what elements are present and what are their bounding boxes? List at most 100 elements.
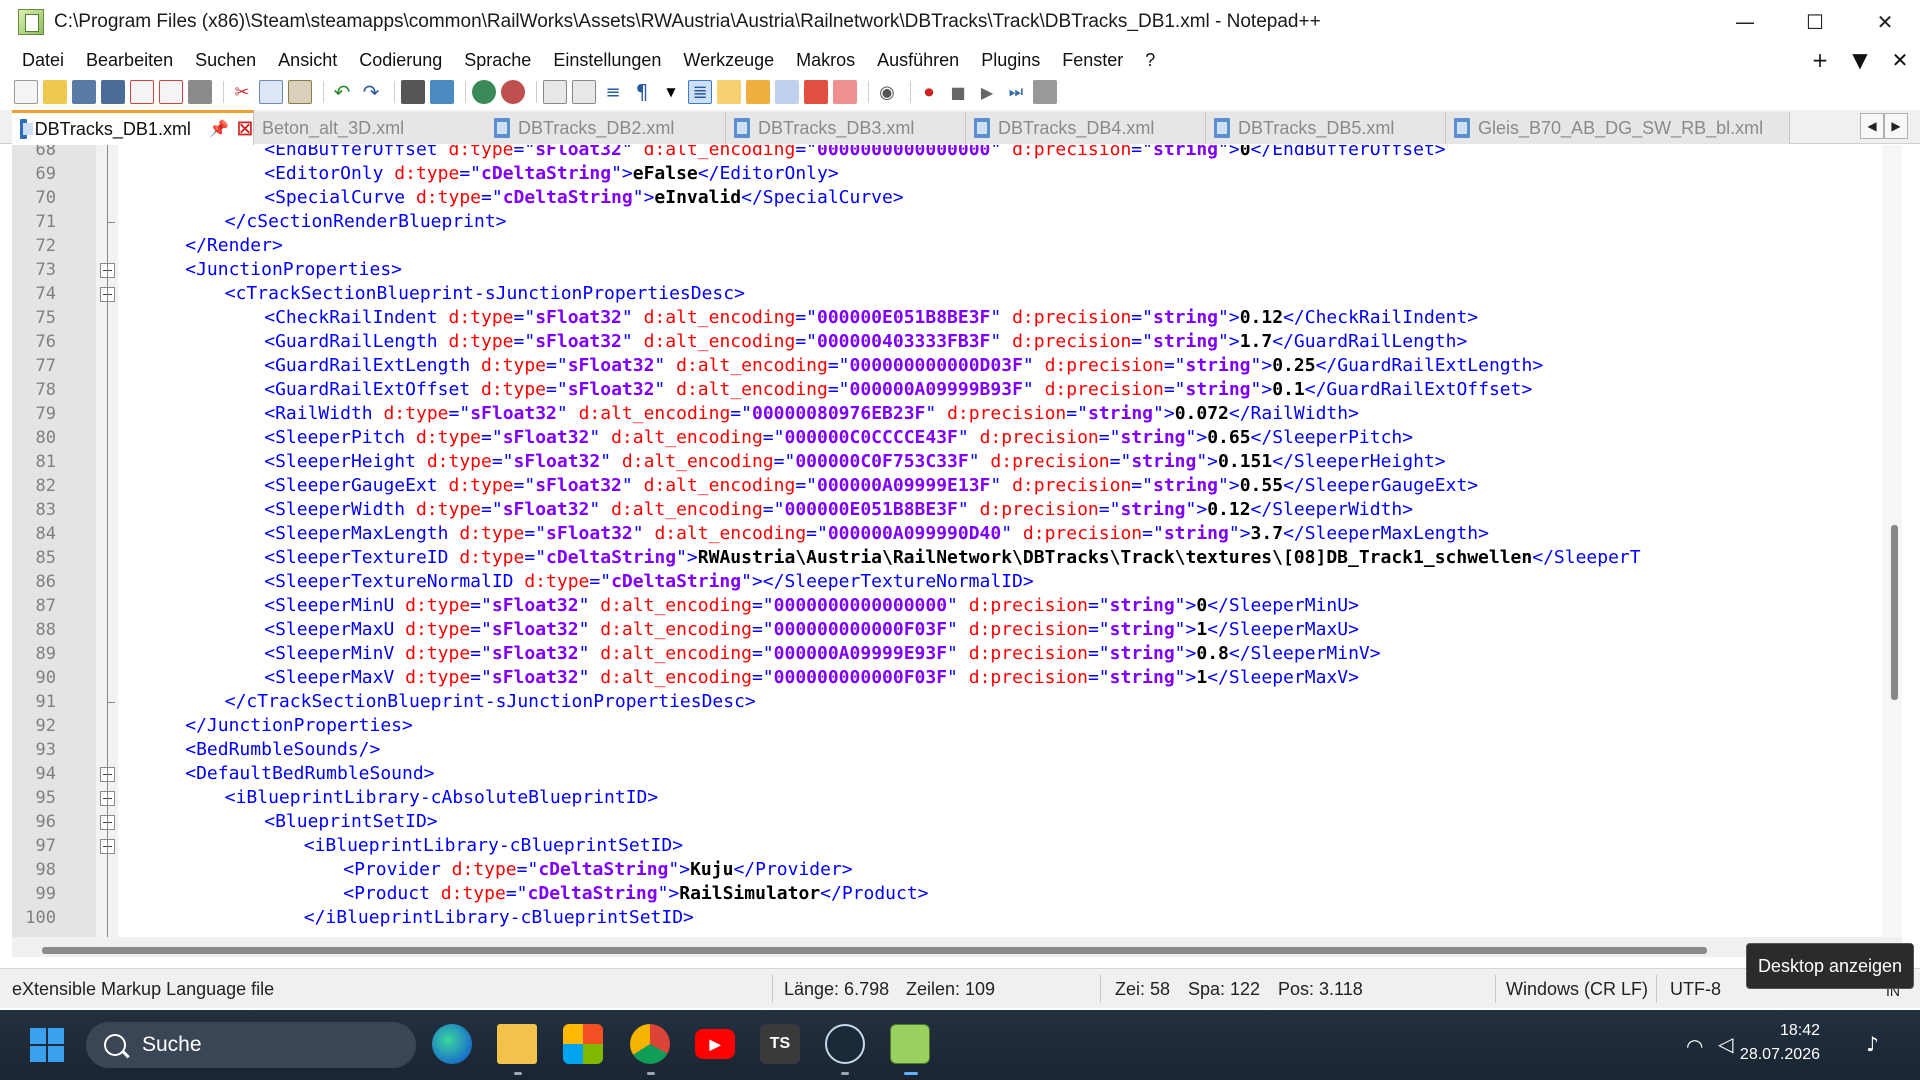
save-icon[interactable] [72, 80, 96, 104]
tab-dbtracks-db3[interactable]: DBTracks_DB3.xml [726, 112, 966, 144]
code-line: <BedRumbleSounds/> [185, 739, 381, 760]
status-eol[interactable]: Windows (CR LF) [1506, 979, 1648, 1000]
redo-icon[interactable]: ↷ [359, 80, 383, 104]
vertical-scroll-thumb[interactable] [1891, 525, 1898, 700]
cut-icon[interactable]: ✂ [230, 80, 254, 104]
udl-icon[interactable] [717, 80, 741, 104]
record-macro-icon[interactable]: ⏺ [917, 80, 941, 104]
open-file-icon[interactable] [43, 80, 67, 104]
sync-horizontal-icon[interactable] [572, 80, 596, 104]
tab-scroll-right-icon[interactable]: ▶ [1884, 113, 1908, 139]
close-document-button[interactable]: ✕ [1880, 48, 1920, 72]
minimize-button[interactable]: — [1710, 0, 1780, 44]
code-line: <JunctionProperties> [185, 259, 402, 280]
toolbar-separator [394, 81, 395, 103]
play-macro-icon[interactable]: ▶ [975, 80, 999, 104]
youtube-icon[interactable]: ▶ [695, 1029, 735, 1059]
maximize-button[interactable]: ☐ [1780, 0, 1850, 44]
steam-icon[interactable] [825, 1024, 865, 1064]
replace-icon[interactable] [430, 80, 454, 104]
new-tab-button[interactable]: + [1800, 48, 1840, 72]
notepadpp-icon[interactable] [890, 1024, 930, 1064]
menu-right-controls: + ▼ ✕ [1800, 44, 1920, 76]
menu-plugins[interactable]: Plugins [970, 50, 1051, 71]
menu-macros[interactable]: Makros [785, 50, 866, 71]
tab-gleis-b70[interactable]: Gleis_B70_AB_DG_SW_RB_bl.xml [1446, 112, 1790, 144]
menu-run[interactable]: Ausführen [866, 50, 970, 71]
menu-tools[interactable]: Werkzeuge [672, 50, 785, 71]
code-line: <SleeperGaugeExt d:type="sFloat32" d:alt… [264, 475, 1479, 496]
save-macro-icon[interactable] [1033, 80, 1057, 104]
print-icon[interactable] [188, 80, 212, 104]
new-file-icon[interactable] [14, 80, 38, 104]
paste-icon[interactable] [288, 80, 312, 104]
code-line: <SleeperTextureID d:type="cDeltaString">… [264, 547, 1641, 568]
close-button[interactable]: ✕ [1850, 0, 1920, 44]
indent-guide-icon[interactable]: ≣ [688, 80, 712, 104]
wifi-icon[interactable]: ◠ [1686, 1034, 1703, 1058]
tab-dbtracks-db4[interactable]: DBTracks_DB4.xml [966, 112, 1206, 144]
find-icon[interactable] [401, 80, 425, 104]
folder-workspace-icon[interactable] [833, 80, 857, 104]
line-number: 81 [35, 452, 56, 472]
menu-search[interactable]: Suchen [184, 50, 267, 71]
menu-encoding[interactable]: Codierung [348, 50, 453, 71]
chevron-down-icon[interactable]: ▼ [659, 80, 683, 104]
code-editor[interactable]: <EndBufferOffset d:type="sFloat32" d:alt… [12, 145, 1882, 937]
status-encoding[interactable]: UTF-8 [1670, 979, 1721, 1000]
tab-list-dropdown[interactable]: ▼ [1840, 48, 1880, 72]
menu-window[interactable]: Fenster [1051, 50, 1134, 71]
tab-beton-alt-3d[interactable]: Beton_alt_3D.xml [254, 112, 494, 144]
explorer-icon[interactable] [497, 1024, 537, 1064]
line-number: 90 [35, 668, 56, 688]
run-macro-multiple-icon[interactable]: ⏭ [1004, 80, 1028, 104]
clock-date[interactable]: 28.07.2026 [1720, 1046, 1820, 1064]
monitoring-icon[interactable]: ◉ [875, 80, 899, 104]
line-number: 80 [35, 428, 56, 448]
stop-macro-icon[interactable]: ■ [946, 80, 970, 104]
clock-time[interactable]: 18:42 [1720, 1022, 1820, 1040]
function-list-icon[interactable] [804, 80, 828, 104]
doc-list-icon[interactable] [775, 80, 799, 104]
word-wrap-icon[interactable]: ≡ [601, 80, 625, 104]
tab-label: DBTracks_DB1.xml [34, 118, 191, 139]
horizontal-scroll-thumb[interactable] [42, 947, 1707, 954]
tab-scroll-left-icon[interactable]: ◀ [1860, 113, 1884, 139]
undo-icon[interactable]: ↶ [330, 80, 354, 104]
toolbar-separator [910, 81, 911, 103]
zoom-in-icon[interactable] [472, 80, 496, 104]
line-number: 73 [35, 260, 56, 280]
chrome-icon[interactable] [630, 1024, 670, 1064]
menu-view[interactable]: Ansicht [267, 50, 348, 71]
train-simulator-icon[interactable]: TS [760, 1024, 800, 1064]
pin-icon[interactable]: 📌 [209, 119, 229, 139]
tab-close-icon[interactable]: ☒ [237, 119, 253, 140]
code-line: <DefaultBedRumbleSound> [185, 763, 435, 784]
store-icon[interactable] [563, 1024, 603, 1064]
menu-language[interactable]: Sprache [453, 50, 542, 71]
tab-dbtracks-db1[interactable]: DBTracks_DB1.xml 📌 ☒ [12, 110, 254, 145]
edge-icon[interactable] [432, 1024, 472, 1064]
windows-start-icon[interactable] [30, 1028, 64, 1062]
tab-dbtracks-db5[interactable]: DBTracks_DB5.xml [1206, 112, 1446, 144]
menu-edit[interactable]: Bearbeiten [75, 50, 184, 71]
menu-settings[interactable]: Einstellungen [542, 50, 672, 71]
running-indicator [514, 1072, 522, 1075]
code-line: </Render> [185, 235, 283, 256]
sync-vertical-icon[interactable] [543, 80, 567, 104]
menu-file[interactable]: Datei [0, 50, 75, 71]
menu-help[interactable]: ? [1134, 50, 1166, 71]
close-file-icon[interactable] [130, 80, 154, 104]
save-all-icon[interactable] [101, 80, 125, 104]
line-number: 74 [35, 284, 56, 304]
notification-bell-icon[interactable]: ♪ [1866, 1032, 1879, 1056]
code-line: <SleeperMaxU d:type="sFloat32" d:alt_enc… [264, 619, 1359, 640]
tab-dbtracks-db2[interactable]: DBTracks_DB2.xml [486, 112, 726, 144]
close-all-icon[interactable] [159, 80, 183, 104]
zoom-out-icon[interactable] [501, 80, 525, 104]
taskbar-search[interactable]: Suche [86, 1022, 416, 1068]
doc-map-icon[interactable] [746, 80, 770, 104]
tab-label: DBTracks_DB3.xml [758, 117, 915, 138]
show-all-chars-icon[interactable]: ¶ [630, 80, 654, 104]
copy-icon[interactable] [259, 80, 283, 104]
